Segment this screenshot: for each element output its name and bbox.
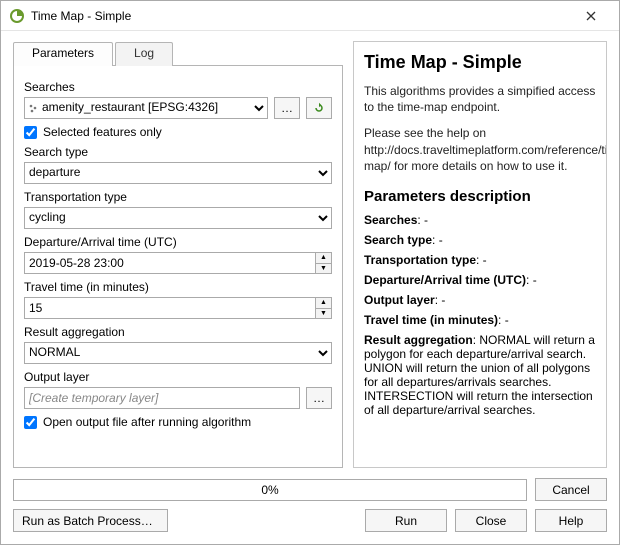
dialog-window: Time Map - Simple Parameters Log Searche… [0, 0, 620, 545]
label-departure-time: Departure/Arrival time (UTC) [24, 235, 332, 249]
chevron-up-icon: ▲ [315, 253, 331, 263]
tab-parameters[interactable]: Parameters [13, 42, 113, 66]
chevron-up-icon: ▲ [315, 298, 331, 308]
travel-time-input[interactable] [24, 297, 332, 319]
tab-log[interactable]: Log [115, 42, 173, 66]
label-transportation-type: Transportation type [24, 190, 332, 204]
hp-result-agg: Result aggregation [364, 333, 473, 347]
label-travel-time: Travel time (in minutes) [24, 280, 332, 294]
departure-time-stepper[interactable]: ▲ ▼ [315, 253, 331, 273]
hp-search-type: Search type [364, 233, 432, 247]
label-output-layer: Output layer [24, 370, 332, 384]
window-title: Time Map - Simple [31, 9, 571, 23]
titlebar: Time Map - Simple [1, 1, 619, 31]
transportation-type-combo[interactable] [24, 207, 332, 229]
open-output-checkbox[interactable] [24, 416, 37, 429]
label-search-type: Search type [24, 145, 332, 159]
tab-bar: Parameters Log [13, 41, 343, 65]
hp-output: Output layer [364, 293, 435, 307]
help-button[interactable]: Help [535, 509, 607, 532]
search-type-combo[interactable] [24, 162, 332, 184]
hp-searches: Searches [364, 213, 417, 227]
progress-value: 0% [261, 483, 278, 497]
progress-bar: 0% [13, 479, 527, 501]
result-aggregation-combo[interactable] [24, 342, 332, 364]
close-icon [586, 11, 596, 21]
window-close-button[interactable] [571, 2, 611, 30]
label-open-output: Open output file after running algorithm [43, 415, 251, 429]
output-layer-input[interactable] [24, 387, 300, 409]
close-button[interactable]: Close [455, 509, 527, 532]
help-panel: Time Map - Simple This algorithms provid… [353, 41, 607, 468]
run-button[interactable]: Run [365, 509, 447, 532]
parameters-panel: Searches amenity_restaurant [EPSG:4326] [13, 65, 343, 468]
label-result-aggregation: Result aggregation [24, 325, 332, 339]
searches-browse-button[interactable]: … [274, 97, 300, 119]
chevron-down-icon: ▼ [315, 263, 331, 274]
searches-iterate-button[interactable] [306, 97, 332, 119]
app-icon [9, 8, 25, 24]
dialog-body: Parameters Log Searches amenity_re [1, 31, 619, 474]
label-searches: Searches [24, 80, 332, 94]
searches-combo[interactable] [24, 97, 268, 119]
hp-travel: Travel time (in minutes) [364, 313, 498, 327]
hp-transportation: Transportation type [364, 253, 476, 267]
travel-time-stepper[interactable]: ▲ ▼ [315, 298, 331, 318]
help-params-heading: Parameters description [364, 188, 596, 205]
iterate-icon [313, 101, 325, 115]
help-see: Please see the help on http://docs.trave… [364, 125, 596, 174]
hp-departure: Departure/Arrival time (UTC) [364, 273, 526, 287]
label-selected-features: Selected features only [43, 125, 162, 139]
output-layer-browse-button[interactable]: … [306, 387, 332, 409]
left-column: Parameters Log Searches amenity_re [13, 41, 343, 468]
help-title: Time Map - Simple [364, 52, 596, 73]
cancel-button[interactable]: Cancel [535, 478, 607, 501]
run-batch-button[interactable]: Run as Batch Process… [13, 509, 168, 532]
help-intro: This algorithms provides a simpified acc… [364, 83, 596, 115]
selected-features-checkbox[interactable] [24, 126, 37, 139]
footer: 0% Cancel Run as Batch Process… Run Clos… [1, 474, 619, 544]
departure-time-input[interactable] [24, 252, 332, 274]
chevron-down-icon: ▼ [315, 308, 331, 319]
